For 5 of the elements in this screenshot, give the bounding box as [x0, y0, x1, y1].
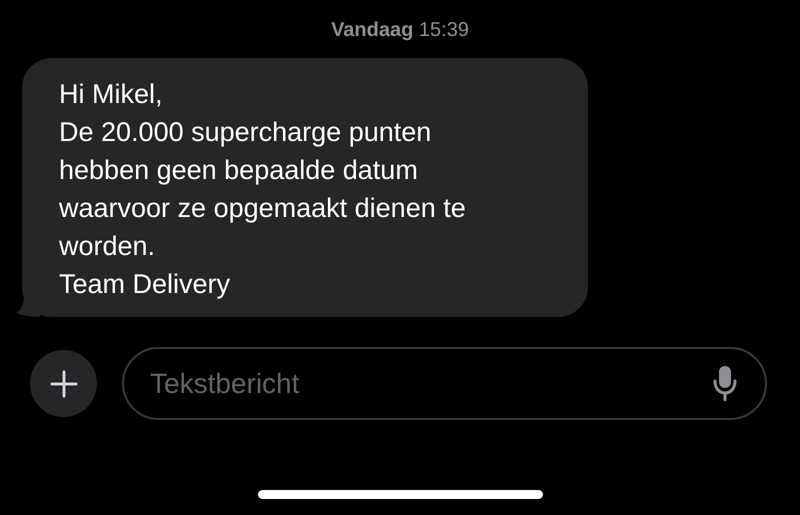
message-timestamp: Vandaag 15:39 [331, 18, 469, 43]
message-input-field[interactable]: Tekstbericht [122, 347, 767, 420]
message-text: Hi Mikel, De 20.000 supercharge punten hebben geen bepaalde datum waarvoor ze opgemaakt dienen te worden. Team Delivery [59, 78, 467, 301]
microphone-icon[interactable] [713, 365, 737, 401]
plus-icon [50, 370, 78, 398]
